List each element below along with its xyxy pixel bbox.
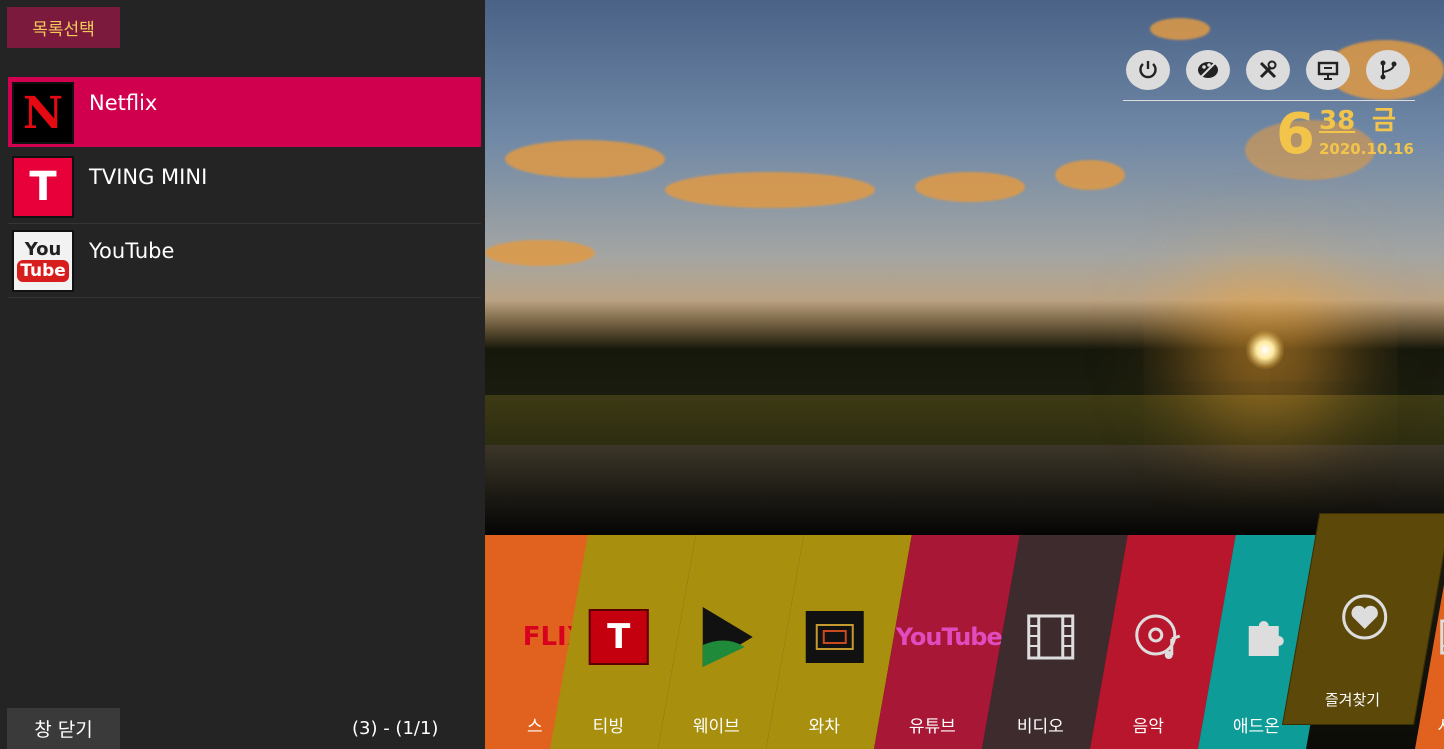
- tile-label: 유튜브: [908, 717, 956, 737]
- sun: [1245, 330, 1285, 370]
- tools-icon[interactable]: [1246, 50, 1290, 90]
- tving-icon: T: [584, 607, 654, 667]
- cloud: [665, 172, 875, 208]
- tile-label: 즐겨찾기: [1324, 691, 1381, 709]
- film-icon: [1016, 607, 1086, 667]
- branch-icon[interactable]: [1366, 50, 1410, 90]
- cloud: [1150, 18, 1210, 40]
- netflix-logo: N: [12, 82, 74, 144]
- youtube-wordmark-text: YouTube: [895, 623, 1002, 651]
- tile-label: 비디오: [1016, 717, 1064, 737]
- youtube-logo-top: You: [24, 239, 62, 260]
- tving-logo: T: [12, 156, 74, 218]
- tile-label: 음악: [1132, 717, 1164, 737]
- tile-label: 웨이브: [692, 717, 740, 737]
- list-item-tving[interactable]: T TVING MINI: [8, 151, 481, 224]
- netflix-logo-letter: N: [22, 87, 64, 139]
- presentation-icon[interactable]: [1306, 50, 1350, 90]
- cloud: [485, 240, 595, 266]
- tile-label: 티빙: [592, 717, 624, 737]
- panel-title: 목록선택: [7, 7, 120, 48]
- puzzle-icon: [1232, 607, 1302, 667]
- clock-minute: 38: [1319, 106, 1356, 136]
- watcha-icon: [800, 607, 870, 667]
- cloud: [505, 140, 665, 178]
- list-item-label: Netflix: [89, 91, 158, 115]
- tile-label: 와차: [808, 717, 840, 737]
- close-button[interactable]: 창 닫기: [7, 708, 120, 749]
- youtube-logo: You Tube: [12, 230, 74, 292]
- cloud: [1055, 160, 1125, 190]
- play-icon: [692, 607, 762, 667]
- list-panel: 목록선택 N Netflix T TVING MINI You Tube You…: [0, 0, 485, 749]
- water: [485, 445, 1444, 535]
- divider: [1123, 100, 1415, 101]
- treeline: [485, 300, 1444, 410]
- cloud: [915, 172, 1025, 202]
- photo-icon: [1435, 607, 1444, 667]
- list-item-netflix[interactable]: N Netflix: [8, 77, 481, 147]
- clock-date: 2020.10.16: [1319, 140, 1414, 158]
- music-disc-icon: [1124, 607, 1194, 667]
- list-item-youtube[interactable]: You Tube YouTube: [8, 225, 481, 298]
- palette-icon[interactable]: [1186, 50, 1230, 90]
- system-toolbar: [1126, 50, 1410, 90]
- power-icon[interactable]: [1126, 50, 1170, 90]
- youtube-logo-bottom: Tube: [17, 260, 69, 282]
- youtube-wordmark: YouTube: [896, 607, 1002, 667]
- pager: (3) - (1/1): [352, 718, 439, 739]
- tving-logo-letter: T: [29, 164, 57, 210]
- clock-hour: 6: [1276, 102, 1315, 167]
- list-item-label: TVING MINI: [89, 165, 208, 189]
- heart-icon: [1340, 592, 1390, 646]
- list-item-label: YouTube: [89, 239, 175, 263]
- clock-day: 금: [1372, 106, 1396, 136]
